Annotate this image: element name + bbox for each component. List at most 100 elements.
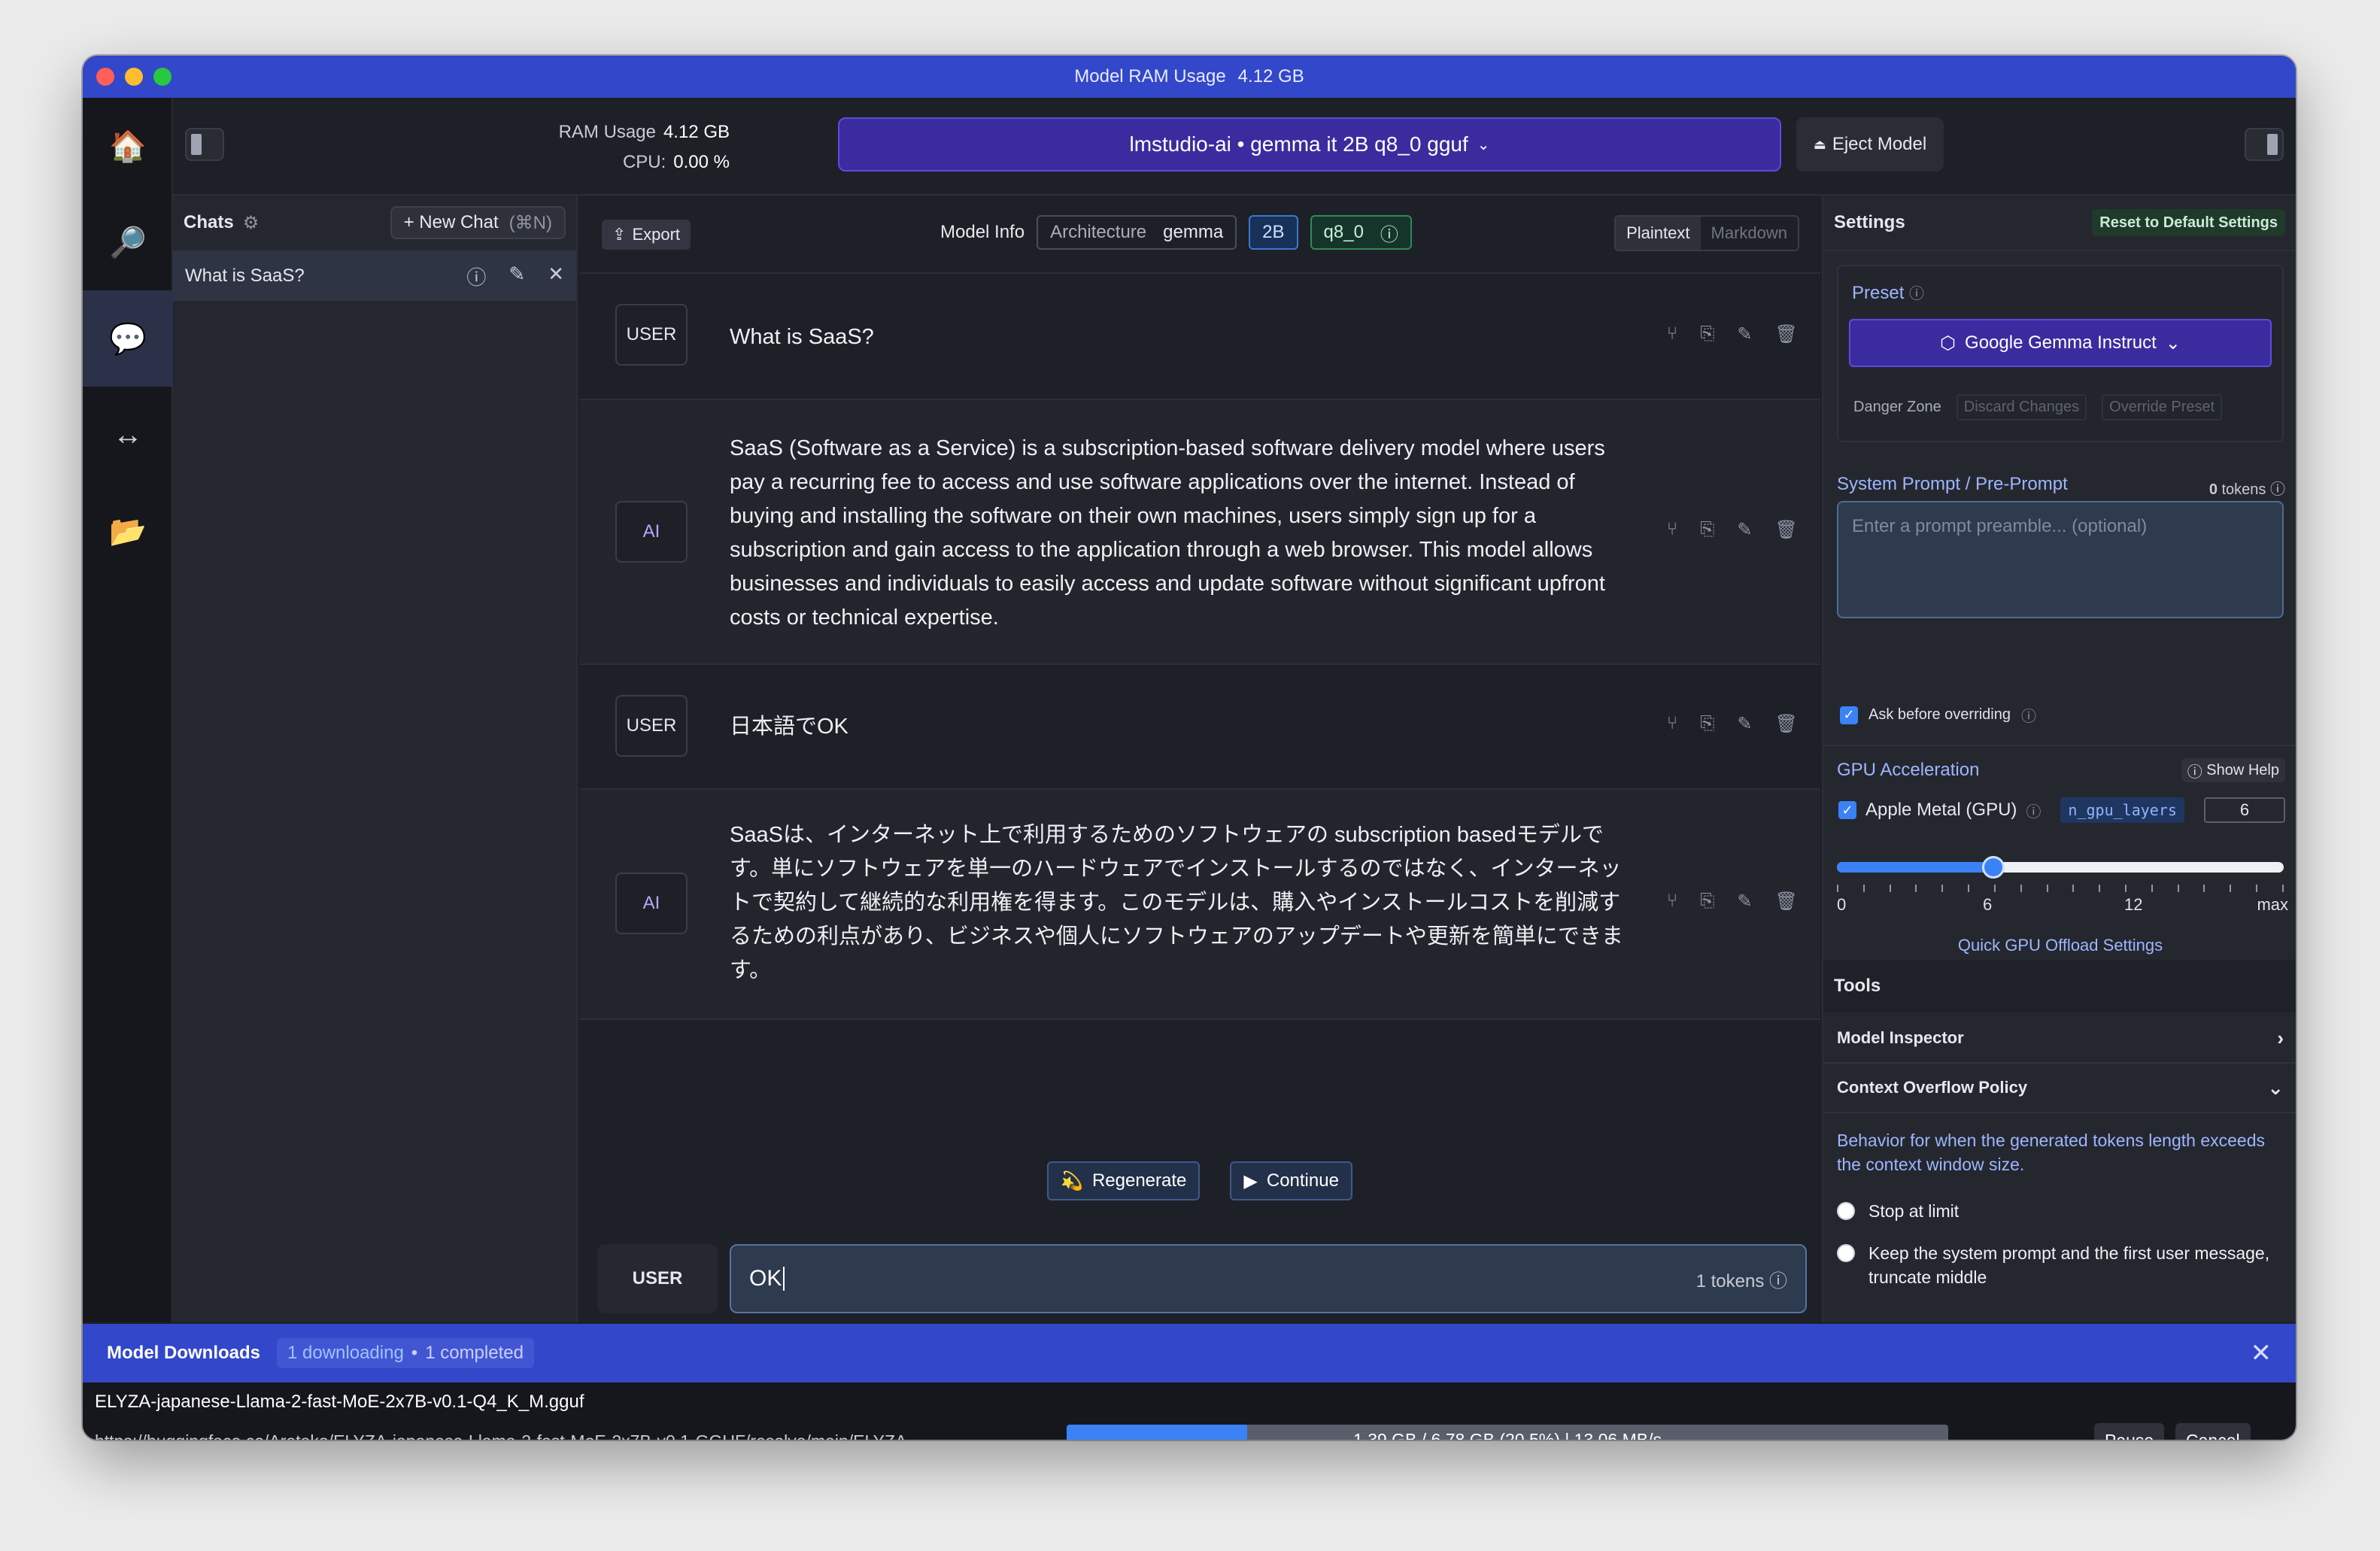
arrows-icon[interactable]: ↔ <box>83 387 173 483</box>
slider-handle[interactable] <box>1981 856 2005 879</box>
search-icon[interactable]: 🔎 <box>83 194 173 290</box>
right-sidebar-toggle-icon[interactable] <box>2245 128 2284 161</box>
role-badge-user[interactable]: USER <box>615 304 688 366</box>
download-file-name: ELYZA-japanese-Llama-2-fast-MoE-2x7B-v0.… <box>95 1392 584 1412</box>
trash-icon[interactable]: 🗑 <box>1775 891 1798 912</box>
ask-before-overriding-row[interactable]: ✓ Ask before overriding ⓘ <box>1840 704 2036 726</box>
new-chat-shortcut: (⌘N) <box>508 212 552 233</box>
trash-icon[interactable]: 🗑 <box>1775 519 1798 541</box>
checkbox-checked-icon[interactable]: ✓ <box>1840 706 1858 724</box>
download-progress-bar: 1.39 GB / 6.78 GB (20.5%) | 13.06 MB/s <box>1067 1425 1948 1440</box>
gpu-layers-input[interactable]: 6 <box>2204 797 2285 823</box>
settings-title: Settings <box>1834 212 1905 232</box>
window-controls <box>96 68 172 86</box>
left-sidebar-toggle-icon[interactable] <box>185 128 224 161</box>
new-chat-button[interactable]: + New Chat (⌘N) <box>390 206 566 239</box>
model-info: Model Info Architecture gemma 2B q8_0 ⓘ <box>940 215 1412 250</box>
model-select-button[interactable]: lmstudio-ai • gemma it 2B q8_0 gguf ⌄ <box>838 117 1781 171</box>
close-icon[interactable]: ✕ <box>2251 1338 2272 1368</box>
truncate-middle-option[interactable]: Keep the system prompt and the first use… <box>1837 1241 2281 1289</box>
pause-button[interactable]: Pause <box>2094 1423 2165 1440</box>
chat-icon[interactable]: 💬 <box>83 290 173 387</box>
icon-rail: 🏠 🔎 💬 ↔ 📂 <box>83 98 173 1322</box>
minimize-window-button[interactable] <box>125 68 143 86</box>
radio-button[interactable] <box>1837 1244 1855 1262</box>
stop-at-limit-option[interactable]: Stop at limit <box>1837 1199 2281 1223</box>
close-icon[interactable]: ✕ <box>548 263 564 290</box>
trash-icon[interactable]: 🗑 <box>1775 713 1798 735</box>
info-icon[interactable]: ⓘ <box>466 263 486 290</box>
branch-icon[interactable]: ⑂ <box>1667 323 1677 345</box>
edit-icon[interactable]: ✎ <box>1737 713 1752 735</box>
edit-icon[interactable]: ✎ <box>508 263 525 290</box>
checkbox-checked-icon[interactable]: ✓ <box>1838 801 1856 819</box>
chats-panel: Chats ⚙ + New Chat (⌘N) What is SaaS? ⓘ … <box>173 196 578 1322</box>
edit-icon[interactable]: ✎ <box>1737 323 1752 345</box>
eject-model-button[interactable]: ⏏ Eject Model <box>1796 117 1944 171</box>
close-window-button[interactable] <box>96 68 114 86</box>
plaintext-option[interactable]: Plaintext <box>1616 217 1701 250</box>
role-badge-ai[interactable]: AI <box>615 873 688 934</box>
cancel-button[interactable]: Cancel <box>2175 1423 2251 1440</box>
architecture-value: gemma <box>1163 222 1224 242</box>
system-prompt-tokens: 0 tokens ⓘ <box>2209 477 2285 499</box>
danger-zone: Danger Zone Discard Changes Override Pre… <box>1853 394 2272 420</box>
quick-gpu-offload-link[interactable]: Quick GPU Offload Settings <box>1823 936 2296 955</box>
chat-list-item[interactable]: What is SaaS? ⓘ ✎ ✕ <box>173 251 576 301</box>
branch-icon[interactable]: ⑂ <box>1667 713 1677 735</box>
gpu-layers-slider[interactable] <box>1837 856 2284 879</box>
export-button[interactable]: ⇪ Export <box>602 220 691 250</box>
export-label: Export <box>632 225 681 244</box>
markdown-option[interactable]: Markdown <box>1701 217 1798 250</box>
reset-defaults-button[interactable]: Reset to Default Settings <box>2092 209 2285 236</box>
info-icon[interactable]: ⓘ <box>1769 1271 1787 1291</box>
role-badge-ai[interactable]: AI <box>615 501 688 563</box>
settings-header: Settings Reset to Default Settings <box>1823 196 2296 251</box>
info-icon[interactable]: ⓘ <box>2270 481 2285 498</box>
info-icon[interactable]: ⓘ <box>2021 704 2036 726</box>
branch-icon[interactable]: ⑂ <box>1667 891 1677 912</box>
branch-icon[interactable]: ⑂ <box>1667 519 1677 541</box>
home-icon[interactable]: 🏠 <box>83 98 173 194</box>
continue-button[interactable]: ▶ Continue <box>1230 1161 1352 1200</box>
copy-icon[interactable]: ⎘ <box>1700 323 1714 345</box>
folder-icon[interactable]: 📂 <box>83 483 173 579</box>
system-prompt-token-count: 0 <box>2208 481 2218 498</box>
downloads-status[interactable]: 1 downloading • 1 completed <box>277 1338 534 1368</box>
context-overflow-row[interactable]: Context Overflow Policy ⌄ <box>1823 1064 2296 1113</box>
regenerate-button[interactable]: 💫 Regenerate <box>1047 1161 1201 1200</box>
size-badge-text: 2B <box>1262 222 1285 242</box>
discard-changes-button[interactable]: Discard Changes <box>1956 394 2087 420</box>
override-preset-button[interactable]: Override Preset <box>2102 394 2223 420</box>
copy-icon[interactable]: ⎘ <box>1700 713 1714 735</box>
format-toggle[interactable]: Plaintext Markdown <box>1614 215 1799 251</box>
copy-icon[interactable]: ⎘ <box>1700 891 1714 912</box>
copy-icon[interactable]: ⎘ <box>1700 519 1714 541</box>
preset-select[interactable]: ⬡ Google Gemma Instruct ⌄ <box>1849 319 2272 367</box>
edit-icon[interactable]: ✎ <box>1737 891 1752 912</box>
system-prompt-input[interactable]: Enter a prompt preamble... (optional) <box>1837 501 2284 618</box>
show-help-button[interactable]: ⓘ Show Help <box>2181 758 2285 782</box>
gear-icon[interactable]: ⚙ <box>243 212 260 234</box>
gpu-row: ✓ Apple Metal (GPU) ⓘ n_gpu_layers 6 <box>1838 797 2285 823</box>
info-icon[interactable]: ⓘ <box>1380 220 1398 246</box>
zoom-window-button[interactable] <box>153 68 172 86</box>
role-badge-user[interactable]: USER <box>615 695 688 757</box>
trash-icon[interactable]: 🗑 <box>1775 323 1798 345</box>
token-count: 1 tokens ⓘ <box>1696 1266 1787 1292</box>
info-icon[interactable]: ⓘ <box>1909 286 1924 302</box>
chevron-down-icon: ⌄ <box>1477 136 1490 153</box>
input-role-button[interactable]: USER <box>597 1244 718 1313</box>
info-icon[interactable]: ⓘ <box>2026 800 2041 821</box>
message-input[interactable]: OK 1 tokens ⓘ <box>730 1244 1807 1313</box>
sparkle-icon: 💫 <box>1061 1170 1083 1191</box>
downloads-bar: Model Downloads 1 downloading • 1 comple… <box>83 1324 2296 1383</box>
message-actions: ⑂ ⎘ ✎ 🗑 <box>1667 323 1798 345</box>
gpu-device-label: Apple Metal (GPU) <box>1865 800 2017 820</box>
model-inspector-row[interactable]: Model Inspector › <box>1823 1014 2296 1064</box>
chevron-down-icon: ⌄ <box>2267 1076 2284 1099</box>
model-name: lmstudio-ai • gemma it 2B q8_0 gguf <box>1129 132 1468 156</box>
edit-icon[interactable]: ✎ <box>1737 519 1752 541</box>
radio-button[interactable] <box>1837 1202 1855 1220</box>
ram-value: 4.12 GB <box>663 122 730 142</box>
